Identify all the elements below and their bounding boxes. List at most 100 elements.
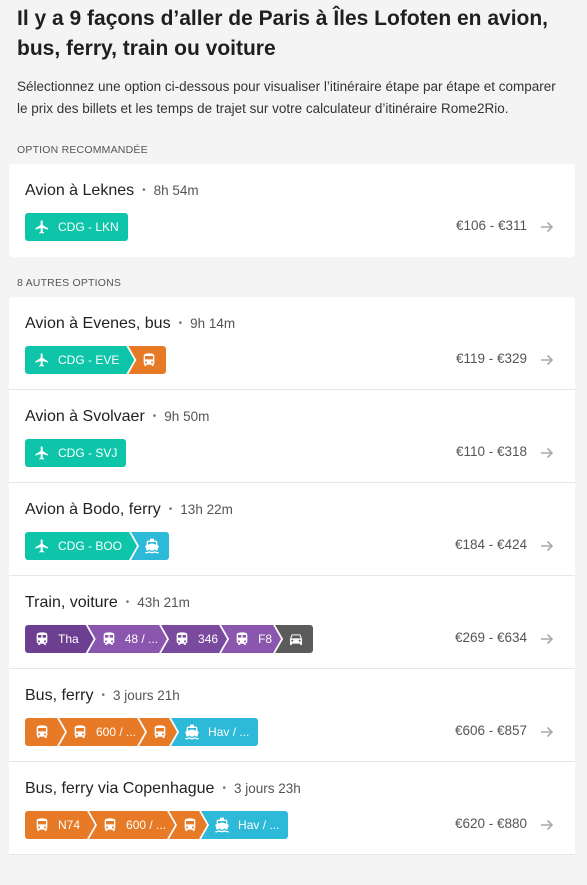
segment-train: Tha <box>25 625 94 653</box>
car-icon <box>288 631 304 647</box>
bus-icon <box>102 817 118 833</box>
option-title: Bus, ferry <box>25 687 94 704</box>
plane-icon <box>34 538 50 554</box>
option-title-row: Avion à Leknes • 8h 54m <box>25 181 559 201</box>
segment-label: CDG - SVJ <box>58 446 118 460</box>
route-segments: CDG - BOO <box>25 532 170 560</box>
ferry-icon <box>144 538 160 554</box>
route-segments: N74 600 / ... Hav / ... <box>25 811 289 839</box>
route-segments: CDG - EVE <box>25 346 167 374</box>
option-price: €110 - €318 <box>455 444 527 459</box>
arrow-right-icon[interactable] <box>539 631 555 647</box>
arrow-right-icon[interactable] <box>539 219 555 235</box>
option-duration: 3 jours 23h <box>233 781 301 796</box>
option-title: Avion à Evenes, bus <box>25 315 171 332</box>
plane-icon <box>34 352 50 368</box>
option-duration: 9h 14m <box>190 316 236 331</box>
separator-dot: • <box>101 690 105 701</box>
ferry-icon <box>214 817 230 833</box>
segment-label: CDG - BOO <box>58 539 123 553</box>
segment-train: 48 / ... <box>88 625 167 653</box>
segment-plane: CDG - LKN <box>25 213 128 241</box>
option-title-row: Avion à Evenes, bus • 9h 14m <box>25 314 559 334</box>
option-title-row: Avion à Bodo, ferry • 13h 22m <box>25 500 559 520</box>
option-card-train-voiture[interactable]: Train, voiture • 43h 21m Tha 48 / ... 346 F8 €2… <box>9 576 575 669</box>
page-title: Il y a 9 façons d’aller de Paris à Îles … <box>17 7 549 60</box>
segment-label: 48 / ... <box>124 632 159 646</box>
route-segments: Tha 48 / ... 346 F8 <box>25 625 314 653</box>
options-list: Avion à Evenes, bus • 9h 14m CDG - EVE €119 … <box>9 297 575 855</box>
separator-dot: • <box>142 185 146 196</box>
option-duration: 8h 54m <box>153 183 199 198</box>
option-title: Avion à Leknes <box>25 182 135 199</box>
segment-label: CDG - LKN <box>58 220 119 234</box>
other-options-label: 8 AUTRES OPTIONS <box>17 277 122 289</box>
option-title: Train, voiture <box>25 594 118 611</box>
option-price: €106 - €311 <box>455 218 527 233</box>
option-price: €620 - €880 <box>454 816 527 831</box>
separator-dot: • <box>168 504 173 515</box>
segment-plane: CDG - SVJ <box>25 439 127 467</box>
segment-label: Hav / ... <box>208 725 250 739</box>
option-card-avion-a-bodo-ferry[interactable]: Avion à Bodo, ferry • 13h 22m CDG - BOO €184… <box>9 483 575 576</box>
plane-icon <box>34 445 50 461</box>
arrow-right-icon[interactable] <box>539 817 555 833</box>
segment-label: Tha <box>58 632 79 646</box>
option-price: €184 - €424 <box>454 537 527 552</box>
bus-icon <box>34 724 50 740</box>
train-icon <box>174 631 190 647</box>
separator-dot: • <box>178 318 183 329</box>
arrow-right-icon[interactable] <box>539 352 555 368</box>
route-segments: CDG - SVJ <box>25 439 127 467</box>
option-duration: 43h 21m <box>137 595 190 610</box>
option-title-row: Bus, ferry via Copenhague • 3 jours 23h <box>25 779 559 799</box>
option-duration: 3 jours 21h <box>112 688 180 703</box>
option-price: €269 - €634 <box>454 630 527 645</box>
segment-label: F8 <box>258 632 273 646</box>
train-icon <box>34 631 50 647</box>
segment-ferry: Hav / ... <box>201 811 289 839</box>
segment-label: CDG - EVE <box>58 353 120 367</box>
option-title-row: Train, voiture • 43h 21m <box>25 593 559 613</box>
option-card-bus-ferry-via-copenhague[interactable]: Bus, ferry via Copenhague • 3 jours 23h N74… <box>9 762 575 855</box>
intro-text: Sélectionnez une option ci-dessous pour … <box>17 79 556 116</box>
bus-icon <box>182 817 198 833</box>
segment-train: F8 <box>221 625 281 653</box>
segment-bus <box>25 718 65 746</box>
bus-icon <box>34 817 50 833</box>
route-segments: 600 / ... Hav / ... <box>25 718 259 746</box>
page: Il y a 9 façons d’aller de Paris à Îles … <box>0 0 587 855</box>
segment-bus: 600 / ... <box>89 811 175 839</box>
option-title: Avion à Bodo, ferry <box>25 501 161 518</box>
bus-icon <box>141 352 157 368</box>
plane-icon <box>34 219 50 235</box>
bus-icon <box>152 724 168 740</box>
train-icon <box>101 631 117 647</box>
route-segments: CDG - LKN <box>25 213 128 241</box>
segment-bus: 600 / ... <box>59 718 145 746</box>
segment-bus: N74 <box>25 811 95 839</box>
segment-plane: CDG - BOO <box>25 532 137 560</box>
option-title-row: Avion à Svolvaer • 9h 50m <box>25 407 559 427</box>
arrow-right-icon[interactable] <box>539 445 555 461</box>
arrow-right-icon[interactable] <box>539 724 555 740</box>
segment-label: 346 <box>198 632 219 646</box>
separator-dot: • <box>152 411 157 422</box>
option-card-avion-a-leknes[interactable]: Avion à Leknes • 8h 54m CDG - LKN €106 - €31… <box>9 164 575 257</box>
bus-icon <box>72 724 88 740</box>
option-card-bus-ferry[interactable]: Bus, ferry • 3 jours 21h 600 / ... Hav / ...… <box>9 669 575 762</box>
option-card-avion-a-svolvaer[interactable]: Avion à Svolvaer • 9h 50m CDG - SVJ €110 - €… <box>9 390 575 483</box>
segment-label: 600 / ... <box>126 818 167 832</box>
option-title-row: Bus, ferry • 3 jours 21h <box>25 686 559 706</box>
option-title: Bus, ferry via Copenhague <box>25 780 215 797</box>
option-duration: 9h 50m <box>164 409 210 424</box>
option-price: €606 - €857 <box>454 723 527 738</box>
option-price: €119 - €329 <box>455 351 527 366</box>
segment-ferry: Hav / ... <box>171 718 259 746</box>
separator-dot: • <box>125 597 130 608</box>
segment-label: Hav / ... <box>238 818 280 832</box>
segment-label: 600 / ... <box>96 725 137 739</box>
arrow-right-icon[interactable] <box>539 538 555 554</box>
option-card-avion-a-evenes-bus[interactable]: Avion à Evenes, bus • 9h 14m CDG - EVE €119 … <box>9 297 575 390</box>
train-icon <box>234 631 250 647</box>
